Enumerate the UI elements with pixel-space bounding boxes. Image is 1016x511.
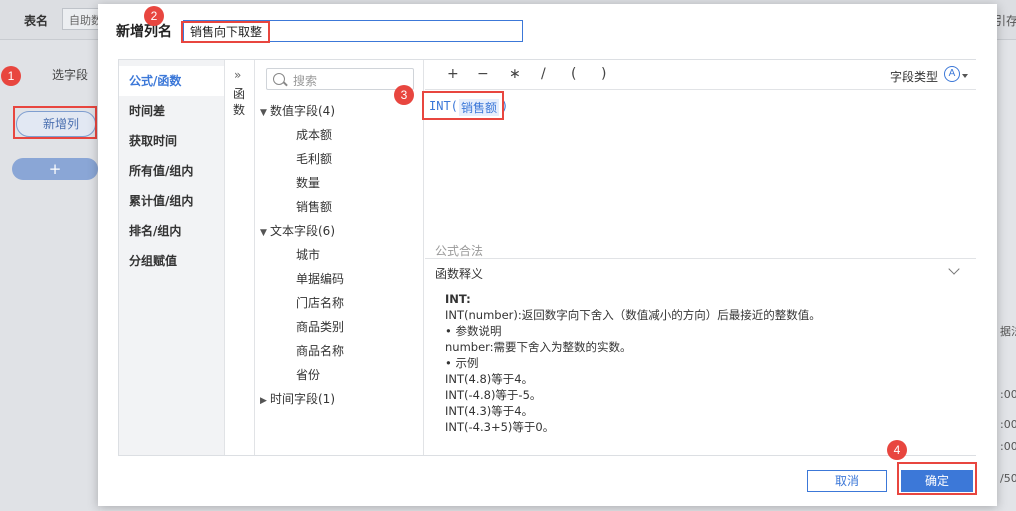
tree-field-item[interactable]: 数量 [296,174,320,191]
operator-plus-button[interactable]: + [447,66,459,82]
category-group-assign[interactable]: 分组赋值 [119,246,224,276]
tree-field-item[interactable]: 城市 [296,246,320,263]
dialog-body: 公式/函数 时间差 获取时间 所有值/组内 累计值/组内 排名/组内 分组赋值 … [118,59,976,456]
top-right-text: 引存 [994,14,1016,28]
description-line: number:需要下舍入为整数的实数。 [445,340,632,354]
tree-field-item[interactable]: 毛利额 [296,150,332,167]
description-body: INT: INT(number):返回数字向下舍入（数值减小的方向）后最接近的整… [445,291,965,435]
category-all-values[interactable]: 所有值/组内 [119,156,224,186]
operator-multiply-button[interactable]: ∗ [509,66,521,82]
operator-close-paren-button[interactable]: ) [601,66,606,82]
step-1-badge: 1 [1,66,21,86]
tree-field-item[interactable]: 单据编码 [296,270,344,287]
double-chevron-right-icon[interactable]: » [234,68,241,82]
tree-group-text[interactable]: ▼ 文本字段(6) [260,222,335,239]
caret-down-icon: ▼ [260,108,267,118]
description-line: INT(-4.8)等于-5。 [445,388,542,402]
operator-bar: + − ∗ / ( ) 字段类型 A [425,60,976,90]
table-name-label: 表名 [24,14,49,28]
category-rank[interactable]: 排名/组内 [119,216,224,246]
cancel-button[interactable]: 取消 [807,470,887,492]
caret-right-icon: ▶ [260,396,267,406]
column-name-input[interactable] [183,20,523,42]
function-description-panel: 函数释义 INT: INT(number):返回数字向下舍入（数值减小的方向）后… [425,258,976,455]
formula-field-token[interactable]: 销售额 [459,99,500,116]
operator-open-paren-button[interactable]: ( [571,66,576,82]
tree-field-item[interactable]: 销售额 [296,198,332,215]
operator-minus-button[interactable]: − [477,66,489,82]
description-line: INT(number):返回数字向下舍入（数值减小的方向）后最接近的整数值。 [445,308,821,322]
category-time-diff[interactable]: 时间差 [119,96,224,126]
formula-close-paren: ) [501,99,509,113]
tree-group-label: 数值字段(4) [270,104,335,118]
tree-field-item[interactable]: 成本额 [296,126,332,143]
select-field-tab[interactable]: 选字段 [52,66,88,83]
field-type-text-icon[interactable]: A [944,66,960,82]
dialog-title: 新增列名 [116,24,172,40]
search-placeholder: 搜索 [293,74,318,88]
right-cell: :00 [1000,440,1016,453]
description-line: INT(4.8)等于4。 [445,372,534,386]
field-type-label: 字段类型 [889,70,938,84]
tree-field-item[interactable]: 商品类别 [296,318,344,335]
confirm-button[interactable]: 确定 [901,470,973,492]
chevron-down-icon[interactable] [948,263,960,275]
field-tree: 搜索 ▼ 数值字段(4) 成本额 毛利额 数量 销售额 ▼ 文本字段(6) 城市 单… [256,60,424,455]
function-tab[interactable]: » 函数 [225,60,255,455]
tree-group-time[interactable]: ▶ 时间字段(1) [260,390,335,407]
search-icon [273,73,285,85]
description-line: INT: [445,292,471,306]
right-cell: :00 [1000,418,1016,431]
caret-down-icon: ▼ [260,228,267,238]
tree-group-label: 文本字段(6) [270,224,335,238]
step-2-badge: 2 [144,6,164,26]
field-search-input[interactable]: 搜索 [266,68,414,90]
caret-down-icon[interactable] [962,74,968,78]
description-line: INT(4.3)等于4。 [445,404,534,418]
category-formula-function[interactable]: 公式/函数 [119,66,224,96]
function-tab-label: 函数 [233,87,246,117]
step-3-badge: 3 [394,85,414,105]
tree-field-item[interactable]: 商品名称 [296,342,344,359]
tree-group-numeric[interactable]: ▼ 数值字段(4) [260,102,335,119]
new-column-item[interactable]: 新增列 [16,111,96,137]
description-line: • 示例 [445,356,479,370]
tree-field-item[interactable]: 省份 [296,366,320,383]
category-list: 公式/函数 时间差 获取时间 所有值/组内 累计值/组内 排名/组内 分组赋值 [119,60,225,455]
description-line: • 参数说明 [445,324,502,338]
right-cell: 据法 [1000,325,1016,338]
description-line: INT(-4.3+5)等于0。 [445,420,555,434]
operator-divide-button[interactable]: / [541,66,546,82]
description-header: 函数释义 [435,267,484,281]
formula-editor: + − ∗ / ( ) 字段类型 A INT( 销售额 ) 公式合法 函数释义 [425,60,976,455]
formula-textarea[interactable]: INT( 销售额 ) [425,91,976,241]
tree-group-label: 时间字段(1) [270,392,335,406]
right-cell: /50 [1000,472,1016,485]
add-column-button[interactable]: + [12,158,98,180]
category-cumulative[interactable]: 累计值/组内 [119,186,224,216]
formula-function-text: INT( [429,99,458,113]
category-get-time[interactable]: 获取时间 [119,126,224,156]
tree-field-item[interactable]: 门店名称 [296,294,344,311]
right-cell: :00 [1000,388,1016,401]
formula-status: 公式合法 [435,244,484,258]
step-4-badge: 4 [887,440,907,460]
add-column-dialog: 新增列名 公式/函数 时间差 获取时间 所有值/组内 累计值/组内 排名/组内 … [98,4,997,506]
